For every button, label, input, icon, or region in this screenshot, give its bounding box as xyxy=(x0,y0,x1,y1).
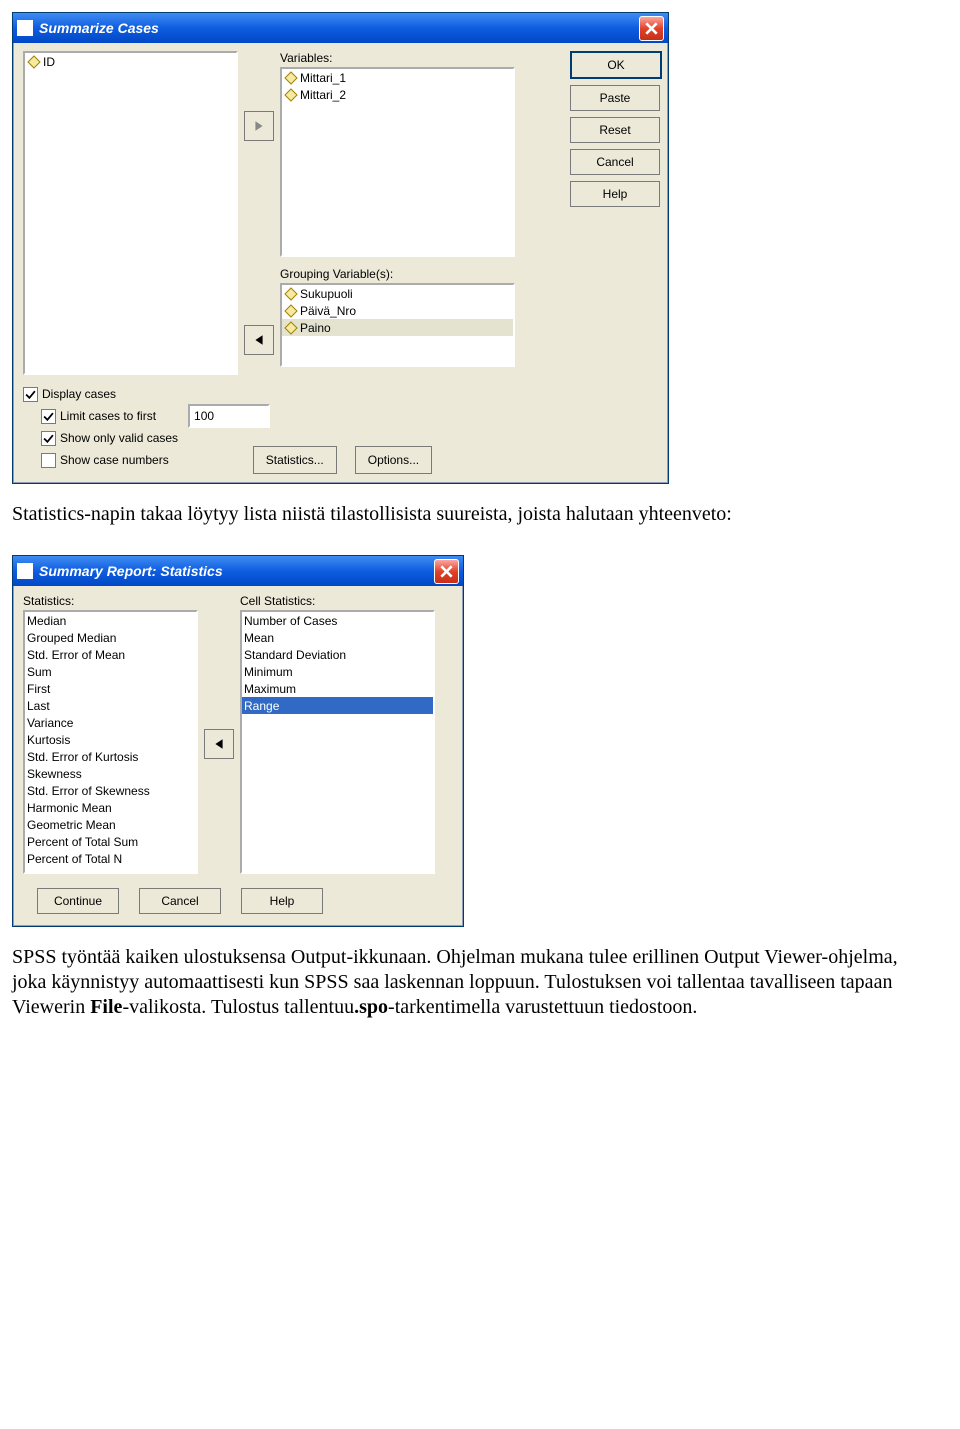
summary-report-statistics-dialog: Summary Report: Statistics Statistics: M… xyxy=(12,555,464,927)
continue-button[interactable]: Continue xyxy=(37,888,119,914)
variables-label: Variables: xyxy=(280,51,515,65)
limit-cases-checkbox[interactable] xyxy=(41,409,56,424)
statistics-label: Statistics: xyxy=(23,594,198,608)
list-item[interactable]: Variance xyxy=(25,714,196,731)
grouping-listbox[interactable]: SukupuoliPäivä_NroPaino xyxy=(280,283,515,367)
options-button[interactable]: Options... xyxy=(355,446,432,474)
variable-icon xyxy=(27,55,41,69)
paste-button[interactable]: Paste xyxy=(570,85,660,111)
limit-cases-input[interactable]: 100 xyxy=(188,404,270,428)
app-icon xyxy=(17,20,33,36)
list-item[interactable]: Percent of Total Sum xyxy=(25,833,196,850)
display-cases-label: Display cases xyxy=(42,387,116,401)
list-item[interactable]: Number of Cases xyxy=(242,612,433,629)
paragraph-2: SPSS työntää kaiken ulostuksensa Output-… xyxy=(12,945,908,1020)
statistics-listbox[interactable]: MedianGrouped MedianStd. Error of MeanSu… xyxy=(23,610,198,874)
list-item[interactable]: Maximum xyxy=(242,680,433,697)
list-item[interactable]: Sukupuoli xyxy=(282,285,513,302)
valid-cases-checkbox[interactable] xyxy=(41,431,56,446)
limit-cases-label: Limit cases to first xyxy=(60,409,156,423)
help-button[interactable]: Help xyxy=(570,181,660,207)
list-item[interactable]: Geometric Mean xyxy=(25,816,196,833)
cell-statistics-listbox[interactable]: Number of CasesMeanStandard DeviationMin… xyxy=(240,610,435,874)
display-cases-checkbox[interactable] xyxy=(23,387,38,402)
close-icon[interactable] xyxy=(434,559,459,584)
cancel-button[interactable]: Cancel xyxy=(570,149,660,175)
list-item[interactable]: First xyxy=(25,680,196,697)
help-button[interactable]: Help xyxy=(241,888,323,914)
list-item[interactable]: Grouped Median xyxy=(25,629,196,646)
move-right-button[interactable] xyxy=(244,111,274,141)
variables-listbox[interactable]: Mittari_1Mittari_2 xyxy=(280,67,515,257)
valid-cases-label: Show only valid cases xyxy=(60,431,178,445)
list-item[interactable]: Paino xyxy=(282,319,513,336)
list-item[interactable]: Sum xyxy=(25,663,196,680)
move-left-button[interactable] xyxy=(204,729,234,759)
titlebar[interactable]: Summary Report: Statistics xyxy=(13,556,463,586)
list-item[interactable]: Mittari_2 xyxy=(282,86,513,103)
titlebar[interactable]: Summarize Cases xyxy=(13,13,668,43)
move-left-button[interactable] xyxy=(244,325,274,355)
list-item[interactable]: Mittari_1 xyxy=(282,69,513,86)
variable-icon xyxy=(284,88,298,102)
list-item[interactable]: Skewness xyxy=(25,765,196,782)
variable-icon xyxy=(284,304,298,318)
list-item[interactable]: Minimum xyxy=(242,663,433,680)
reset-button[interactable]: Reset xyxy=(570,117,660,143)
close-icon[interactable] xyxy=(639,16,664,41)
list-item[interactable]: Std. Error of Kurtosis xyxy=(25,748,196,765)
cell-statistics-label: Cell Statistics: xyxy=(240,594,435,608)
list-item[interactable]: Kurtosis xyxy=(25,731,196,748)
list-item[interactable]: Percent of Total N xyxy=(25,850,196,867)
list-item[interactable]: Standard Deviation xyxy=(242,646,433,663)
list-item[interactable]: Last xyxy=(25,697,196,714)
list-item[interactable]: Harmonic Mean xyxy=(25,799,196,816)
source-vars-listbox[interactable]: ID xyxy=(23,51,238,375)
variable-icon xyxy=(284,321,298,335)
dialog-title: Summarize Cases xyxy=(39,20,159,36)
list-item[interactable]: Päivä_Nro xyxy=(282,302,513,319)
case-numbers-checkbox[interactable] xyxy=(41,453,56,468)
list-item[interactable]: Mean xyxy=(242,629,433,646)
paragraph-1: Statistics-napin takaa löytyy lista niis… xyxy=(12,502,908,527)
summarize-cases-dialog: Summarize Cases ID Variables: Mitt xyxy=(12,12,669,484)
statistics-button[interactable]: Statistics... xyxy=(253,446,337,474)
list-item[interactable]: Median xyxy=(25,612,196,629)
list-item[interactable]: Std. Error of Skewness xyxy=(25,782,196,799)
cancel-button[interactable]: Cancel xyxy=(139,888,221,914)
list-item[interactable]: ID xyxy=(25,53,236,70)
list-item[interactable]: Std. Error of Mean xyxy=(25,646,196,663)
dialog-title: Summary Report: Statistics xyxy=(39,563,223,579)
case-numbers-label: Show case numbers xyxy=(60,453,169,467)
app-icon xyxy=(17,563,33,579)
variable-icon xyxy=(284,71,298,85)
grouping-label: Grouping Variable(s): xyxy=(280,267,515,281)
ok-button[interactable]: OK xyxy=(570,51,662,79)
variable-icon xyxy=(284,287,298,301)
list-item[interactable]: Range xyxy=(242,697,433,714)
